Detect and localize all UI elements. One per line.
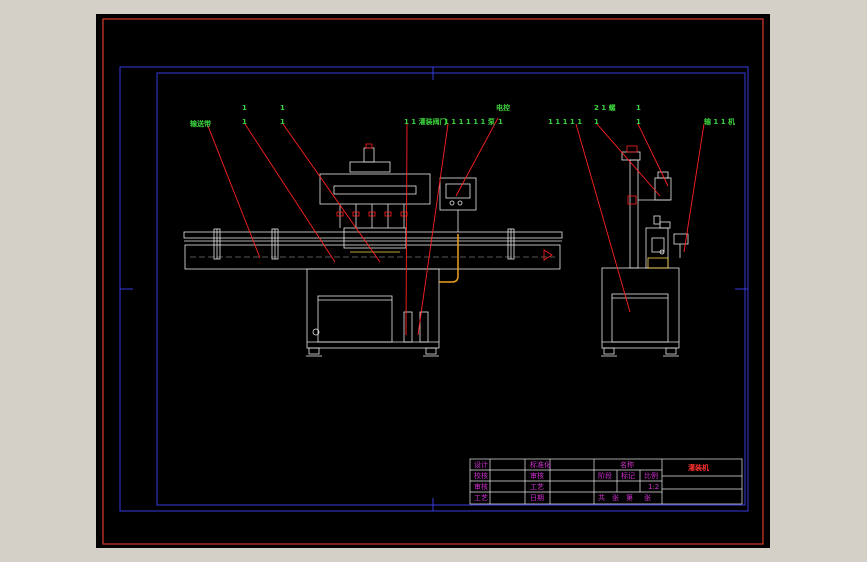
svg-text:名称: 名称: [620, 460, 634, 469]
callout-label: 1: [242, 118, 247, 126]
drawing-background: [96, 14, 770, 548]
svg-text:标记: 标记: [621, 471, 635, 480]
callout-label: 1: [280, 104, 285, 112]
svg-text:工艺: 工艺: [474, 494, 488, 502]
svg-text:阶段: 阶段: [598, 471, 612, 480]
callout-label: 1: [636, 104, 641, 112]
callout-label: 1: [636, 118, 641, 126]
svg-text:1:2: 1:2: [648, 483, 659, 491]
svg-text:张: 张: [612, 493, 619, 502]
svg-text:工艺: 工艺: [530, 483, 544, 491]
callout-control: 电控: [496, 103, 510, 112]
callout-label: 1 1 1 1 1: [548, 118, 582, 126]
svg-text:第: 第: [626, 493, 633, 502]
svg-text:审核: 审核: [474, 482, 488, 491]
callout-label: 1: [498, 118, 503, 126]
callout-label: 1: [594, 118, 599, 126]
cad-drawing-canvas: 输送带 1 1 1 1 1 1 灌装阀门 1 1 1 1 1 1 泵 电控 1 …: [96, 14, 770, 548]
callout-label: 1: [242, 104, 247, 112]
svg-text:张: 张: [644, 493, 651, 502]
callout-filling-valve: 1 1 灌装阀门: [404, 117, 447, 126]
drawing-name: 灌装机: [688, 463, 709, 472]
svg-text:共: 共: [598, 493, 605, 502]
callout-pump: 1 1 1 1 1 1 泵: [444, 117, 495, 126]
svg-text:校核: 校核: [474, 471, 488, 480]
svg-text:审核: 审核: [530, 471, 544, 480]
callout-conveyor: 输送带: [190, 119, 211, 128]
callout-screw: 2 1 螺: [594, 103, 616, 112]
callout-label: 1: [280, 118, 285, 126]
svg-text:设计: 设计: [474, 460, 488, 469]
svg-text:比例: 比例: [644, 471, 658, 480]
callout-machine: 输 1 1 机: [704, 117, 735, 126]
svg-text:日期: 日期: [530, 494, 544, 502]
svg-text:标准化: 标准化: [530, 460, 551, 469]
